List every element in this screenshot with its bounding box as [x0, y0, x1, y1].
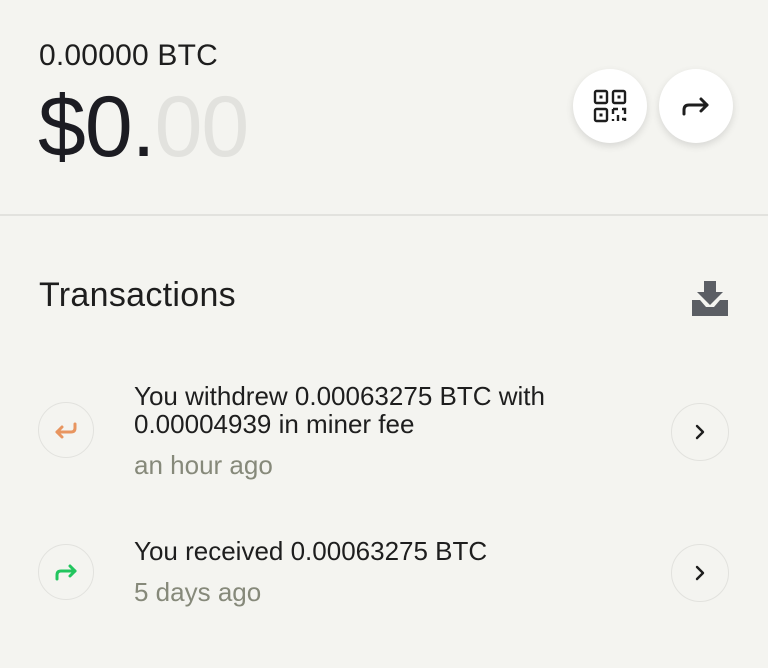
fiat-balance: $0.00 [38, 79, 250, 175]
qr-code-icon [593, 89, 627, 123]
export-transactions-button[interactable] [688, 277, 732, 321]
return-arrow-icon [55, 422, 77, 439]
tx-text: You received 0.00063275 BTC 5 days ago [134, 537, 634, 607]
tx-icon-receive [38, 544, 94, 600]
btc-balance: 0.00000 BTC [39, 39, 218, 72]
tx-text: You withdrew 0.00063275 BTC with 0.00004… [134, 382, 634, 480]
tx-description-line-2: 0.00004939 in miner fee [134, 409, 415, 439]
balance-section: 0.00000 BTC $0.00 [0, 0, 768, 215]
send-arrow-icon [682, 97, 709, 116]
tx-details-button[interactable] [671, 403, 729, 461]
chevron-right-icon [695, 424, 705, 440]
send-button[interactable] [659, 69, 733, 143]
tx-timestamp: an hour ago [134, 450, 273, 480]
tx-icon-withdraw [38, 402, 94, 458]
fiat-balance-cents: 00 [154, 79, 250, 175]
forward-arrow-icon [55, 564, 77, 581]
tx-details-button[interactable] [671, 544, 729, 602]
section-divider [0, 214, 768, 216]
transaction-row-withdraw[interactable]: You withdrew 0.00063275 BTC with 0.00004… [0, 380, 768, 490]
chevron-right-icon [695, 565, 705, 581]
transactions-title: Transactions [39, 276, 236, 314]
fiat-balance-main: $0. [38, 79, 156, 175]
tx-description-line-1: You received 0.00063275 BTC [134, 536, 488, 566]
tx-description-line-1: You withdrew 0.00063275 BTC with [134, 381, 545, 411]
tx-timestamp: 5 days ago [134, 577, 262, 607]
download-tray-icon [692, 281, 728, 316]
transaction-row-receive[interactable]: You received 0.00063275 BTC 5 days ago [0, 535, 768, 615]
receive-qr-button[interactable] [573, 69, 647, 143]
